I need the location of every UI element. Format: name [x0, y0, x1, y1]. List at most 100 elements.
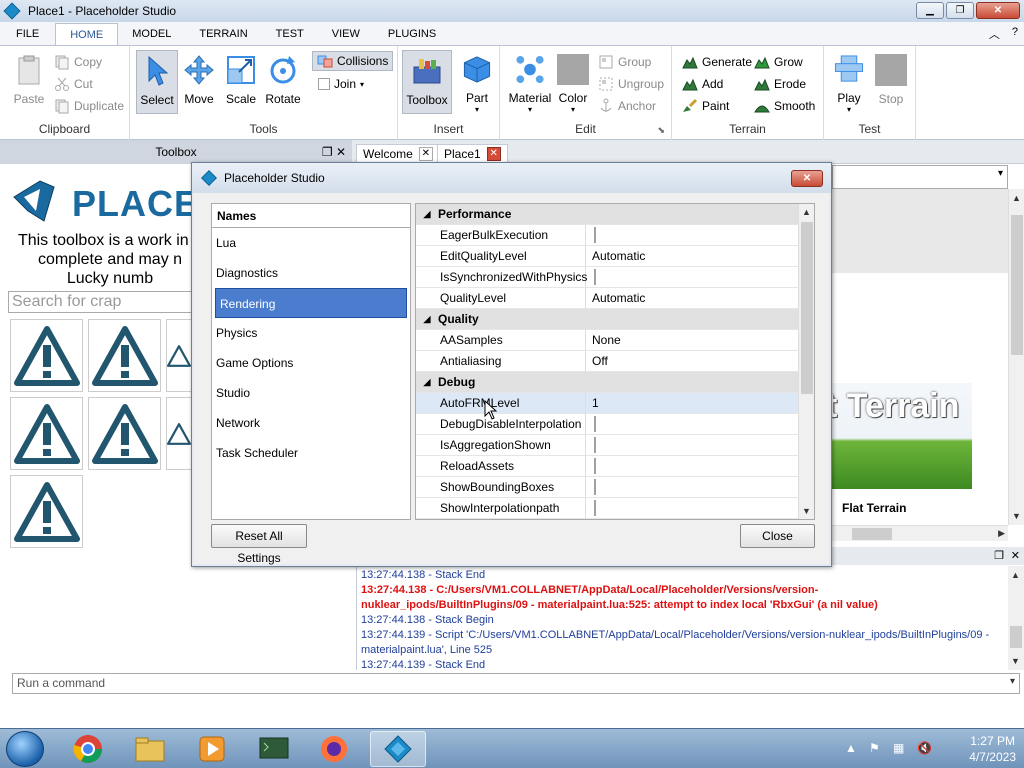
scrollbar-thumb[interactable]	[1011, 215, 1023, 355]
paste-button[interactable]: Paste	[8, 50, 50, 114]
close-button[interactable]: ✕	[976, 2, 1020, 19]
tab-plugins[interactable]: PLUGINS	[374, 23, 450, 45]
toolbox-panel-tab[interactable]: Toolbox ❐ ✕	[0, 140, 352, 164]
duplicate-button[interactable]: Duplicate	[54, 96, 124, 116]
play-dropdown-icon[interactable]: ▾	[847, 105, 851, 114]
property-category[interactable]: ◢ Debug	[416, 372, 798, 393]
ungroup-button[interactable]: Ungroup	[598, 74, 664, 94]
color-dropdown-icon[interactable]: ▾	[571, 105, 575, 114]
dialog-close-icon[interactable]: ✕	[791, 170, 823, 187]
property-row[interactable]: EditQualityLevel Automatic	[416, 245, 798, 267]
property-row-selected[interactable]: AutoFRMLevel 1	[416, 392, 798, 414]
help-icon[interactable]: ?	[1012, 26, 1018, 42]
erode-button[interactable]: Erode	[754, 74, 806, 94]
toolbox-item[interactable]	[166, 397, 191, 470]
scroll-up-icon[interactable]: ▲	[1011, 570, 1020, 580]
close-panel-icon[interactable]: ✕	[1011, 549, 1020, 562]
close-tab-icon[interactable]: ✕	[418, 147, 433, 161]
stop-button[interactable]: Stop	[870, 50, 912, 114]
reset-all-settings-button[interactable]: Reset All Settings	[211, 524, 307, 565]
vertical-scrollbar[interactable]: ▲ ▼	[1008, 189, 1024, 525]
horizontal-scrollbar[interactable]: ▶	[832, 525, 1008, 541]
minimize-button[interactable]: ▁	[916, 2, 944, 19]
network-icon[interactable]: ▦	[893, 741, 909, 757]
dialog-close-button[interactable]: Close	[740, 524, 815, 548]
flat-terrain-thumbnail[interactable]: t Terrain	[832, 383, 972, 489]
maximize-button[interactable]: ❐	[946, 2, 974, 19]
tab-test[interactable]: TEST	[262, 23, 318, 45]
add-terrain-button[interactable]: Add	[682, 74, 723, 94]
collapse-triangle-icon[interactable]: ◢	[416, 209, 438, 220]
scrollbar-thumb[interactable]	[801, 222, 813, 394]
material-dropdown-icon[interactable]: ▾	[528, 105, 532, 114]
content-filter-dropdown[interactable]: ▾	[832, 165, 1008, 189]
edit-group-launcher-icon[interactable]: ⬊	[657, 125, 665, 136]
property-checkbox[interactable]	[594, 437, 596, 453]
grow-button[interactable]: Grow	[754, 52, 803, 72]
join-toggle[interactable]: Join ▾	[316, 74, 364, 94]
property-row[interactable]: QualityLevel Automatic	[416, 287, 798, 309]
paint-terrain-button[interactable]: Paint	[682, 96, 729, 116]
part-button[interactable]: Part ▾	[456, 50, 498, 114]
material-button[interactable]: Material ▾	[508, 50, 552, 114]
taskbar-explorer[interactable]	[122, 731, 178, 767]
property-value[interactable]: Automatic	[586, 291, 645, 305]
float-panel-icon[interactable]: ❐	[322, 145, 333, 159]
anchor-button[interactable]: Anchor	[598, 96, 656, 116]
scroll-right-icon[interactable]: ▶	[998, 528, 1005, 539]
category-item-physics[interactable]: Physics	[212, 318, 410, 348]
toolbox-item[interactable]	[10, 397, 83, 470]
property-checkbox[interactable]	[594, 500, 596, 516]
category-item-network[interactable]: Network	[212, 408, 410, 438]
dialog-title-bar[interactable]: Placeholder Studio ✕	[192, 163, 831, 193]
taskbar-chrome[interactable]	[60, 731, 116, 767]
taskbar-terminal[interactable]	[246, 731, 302, 767]
copy-button[interactable]: Copy	[54, 52, 102, 72]
toolbox-item[interactable]	[88, 397, 161, 470]
output-scrollbar[interactable]: ▲ ▼	[1008, 566, 1024, 670]
start-button[interactable]	[6, 731, 44, 767]
property-row[interactable]: IsSynchronizedWithPhysics	[416, 266, 798, 288]
taskbar-studio[interactable]	[370, 731, 426, 767]
scroll-up-icon[interactable]: ▲	[802, 207, 811, 217]
scroll-down-icon[interactable]: ▼	[1011, 656, 1020, 666]
tab-file[interactable]: FILE	[0, 23, 55, 45]
chevron-down-icon[interactable]: ▾	[1010, 676, 1015, 687]
property-grid-scrollbar[interactable]: ▲ ▼	[798, 204, 814, 519]
property-row[interactable]: DebugDisableInterpolation	[416, 413, 798, 435]
collapse-triangle-icon[interactable]: ◢	[416, 377, 438, 388]
tab-home[interactable]: HOME	[55, 23, 119, 45]
show-hidden-icons-icon[interactable]: ▲	[845, 741, 861, 757]
property-row[interactable]: EagerBulkExecution	[416, 224, 798, 246]
toolbox-search-input[interactable]: Search for crap	[8, 291, 208, 313]
property-row[interactable]: ReloadAssets	[416, 455, 798, 477]
scroll-down-icon[interactable]: ▼	[802, 506, 811, 516]
toolbox-button[interactable]: Toolbox	[402, 50, 452, 114]
close-panel-icon[interactable]: ✕	[336, 145, 346, 159]
command-bar-input[interactable]: Run a command ▾	[12, 673, 1020, 694]
category-item-studio[interactable]: Studio	[212, 378, 410, 408]
property-value[interactable]: None	[586, 333, 621, 347]
select-tool-button[interactable]: Select	[136, 50, 178, 114]
cut-button[interactable]: Cut	[54, 74, 93, 94]
color-button[interactable]: Color ▾	[552, 50, 594, 114]
collapse-triangle-icon[interactable]: ◢	[416, 314, 438, 325]
tab-view[interactable]: VIEW	[318, 23, 374, 45]
move-tool-button[interactable]: Move	[178, 50, 220, 114]
group-button[interactable]: Group	[598, 52, 651, 72]
scale-tool-button[interactable]: Scale	[220, 50, 262, 114]
part-dropdown-icon[interactable]: ▾	[475, 105, 479, 114]
category-item-game-options[interactable]: Game Options	[212, 348, 410, 378]
property-row[interactable]: IsAggregationShown	[416, 434, 798, 456]
scroll-up-icon[interactable]: ▲	[1012, 193, 1021, 203]
property-checkbox[interactable]	[594, 227, 596, 243]
toolbox-item[interactable]	[166, 319, 191, 392]
property-row[interactable]: AASamples None	[416, 329, 798, 351]
collisions-toggle[interactable]: Collisions	[312, 51, 394, 71]
rotate-tool-button[interactable]: Rotate	[262, 50, 304, 114]
taskbar-media-player[interactable]	[184, 731, 240, 767]
category-item-task-scheduler[interactable]: Task Scheduler	[212, 438, 410, 468]
toolbox-item[interactable]	[88, 319, 161, 392]
taskbar-firefox[interactable]	[306, 731, 362, 767]
property-checkbox[interactable]	[594, 269, 596, 285]
